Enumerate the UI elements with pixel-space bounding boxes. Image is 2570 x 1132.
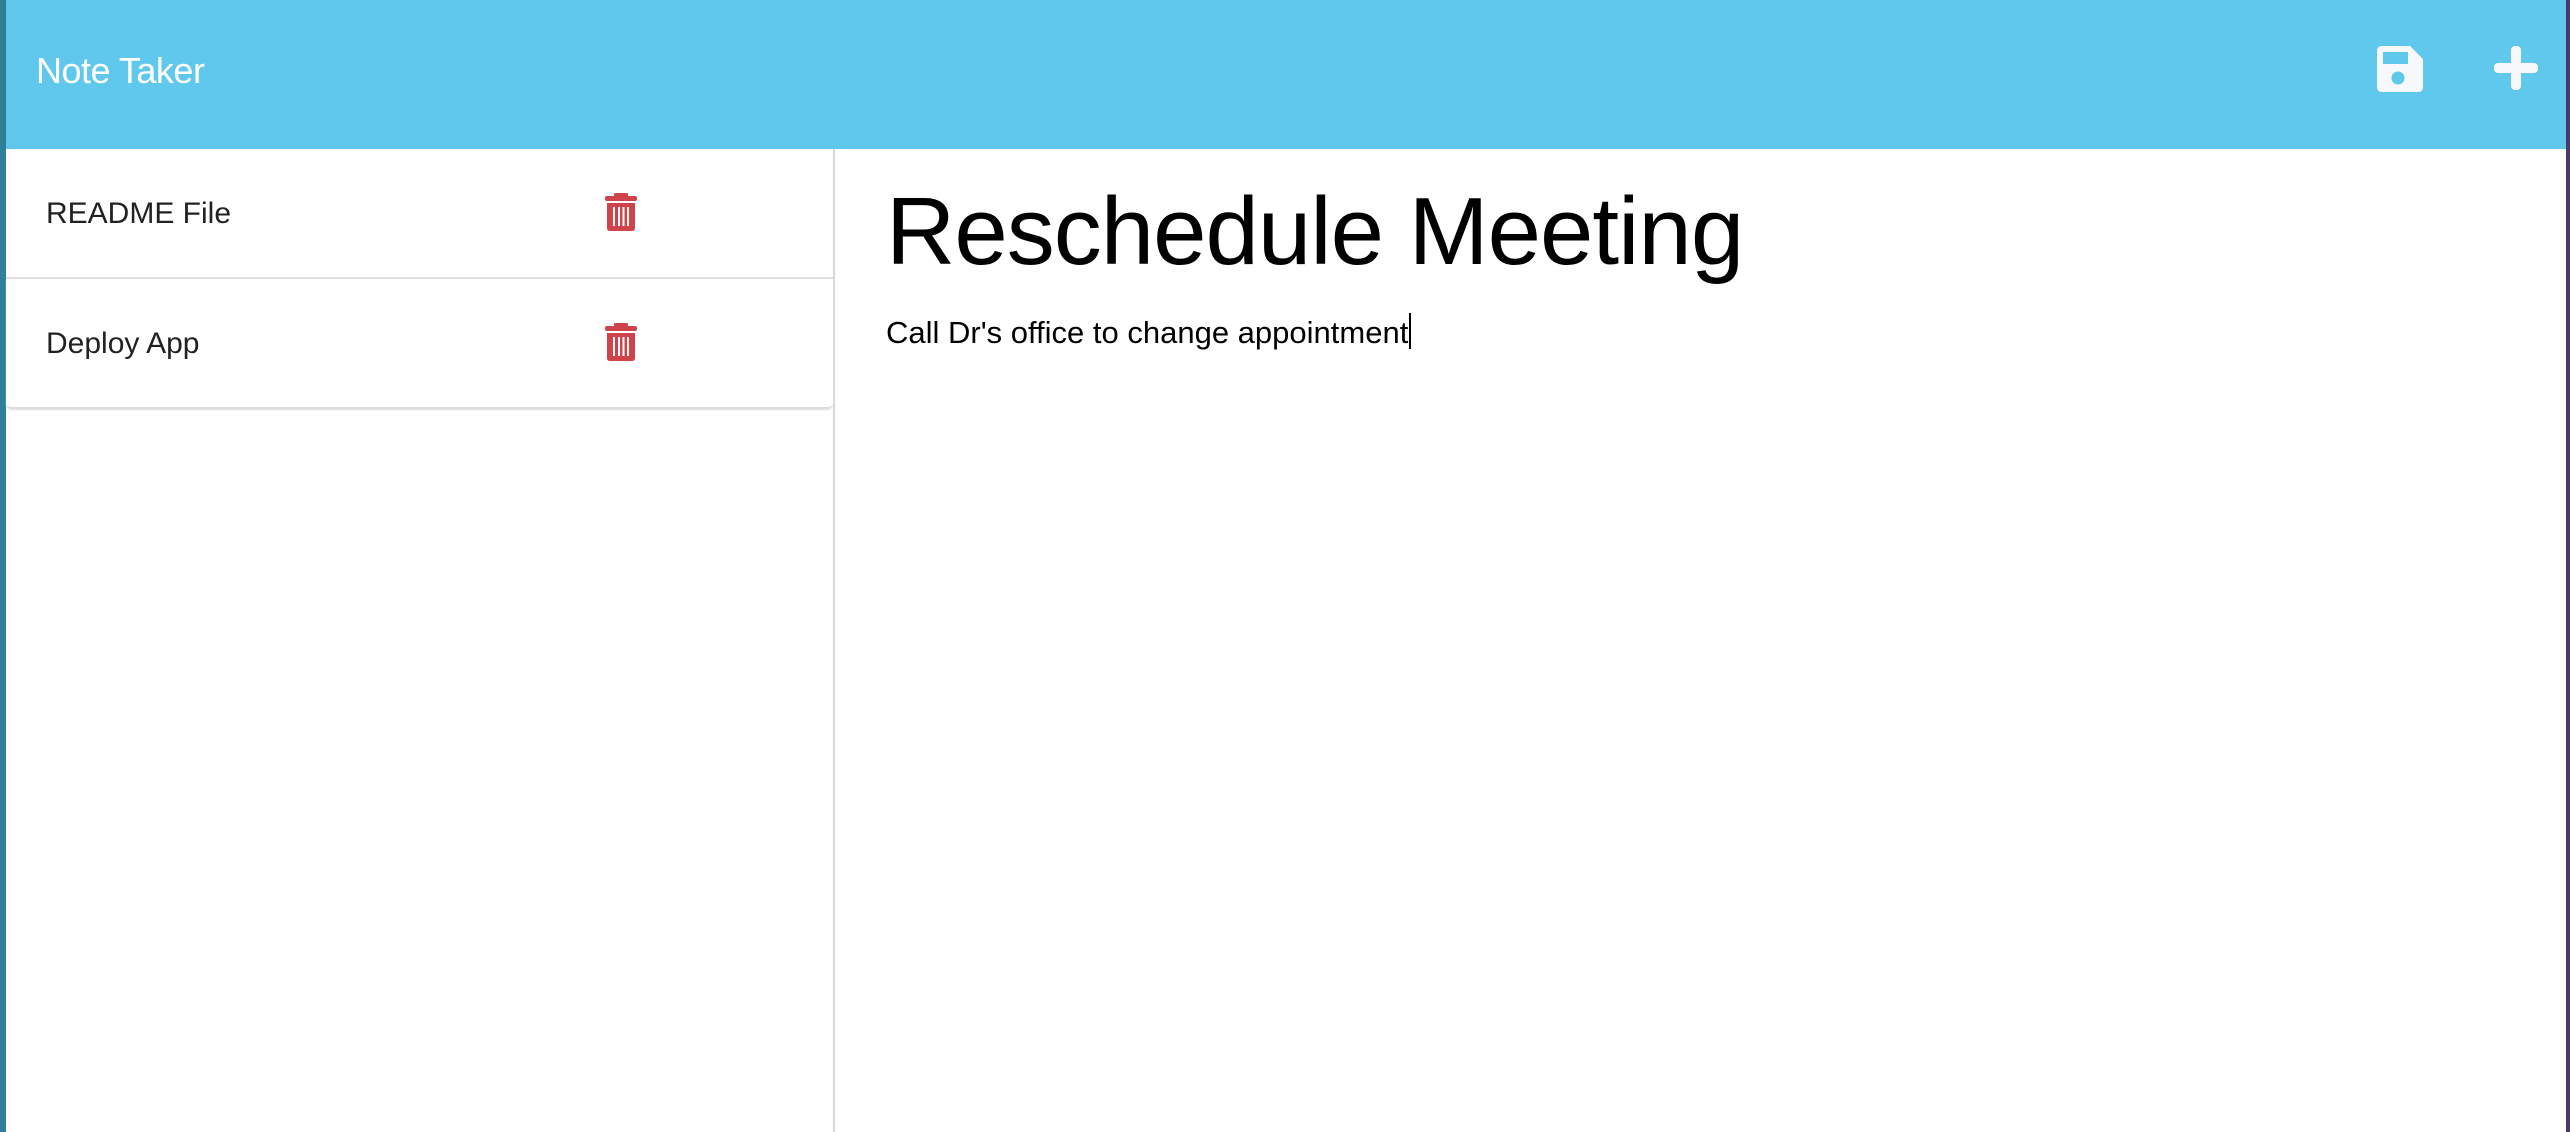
app-title[interactable]: Note Taker: [36, 50, 205, 92]
note-text: Call Dr's office to change appointment: [886, 315, 1409, 350]
note-list-item[interactable]: README File: [6, 149, 833, 279]
save-note-button[interactable]: [2377, 46, 2423, 92]
note-text-area[interactable]: Call Dr's office to change appointment: [886, 313, 1412, 351]
note-title[interactable]: Deploy App: [46, 327, 199, 361]
floppy-disk-icon: [2377, 46, 2423, 92]
text-cursor: [1409, 313, 1412, 349]
notes-list: README File Deploy App: [6, 149, 833, 409]
note-editor: Reschedule Meeting Call Dr's office to c…: [835, 149, 2566, 1132]
trash-icon[interactable]: [605, 323, 637, 361]
new-note-button[interactable]: [2494, 46, 2540, 92]
note-title[interactable]: README File: [46, 197, 231, 231]
note-title-input[interactable]: Reschedule Meeting: [886, 177, 1744, 287]
navbar: Note Taker: [6, 0, 2566, 149]
note-list-item[interactable]: Deploy App: [6, 279, 833, 409]
trash-icon[interactable]: [605, 193, 637, 231]
notes-sidebar: README File Deploy App: [6, 149, 835, 1132]
window-edge-right: [2566, 0, 2570, 1132]
plus-icon: [2494, 46, 2538, 90]
